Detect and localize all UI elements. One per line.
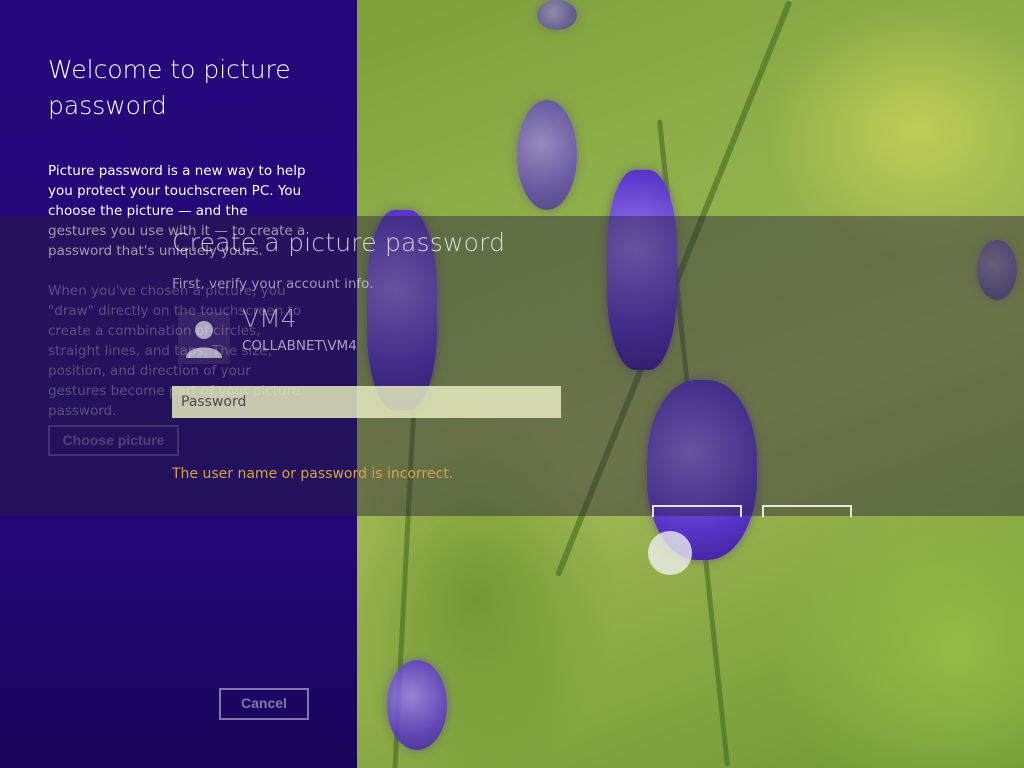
- touch-indicator: [648, 531, 692, 575]
- account-domain: COLLABNET\VM4: [242, 338, 357, 354]
- dialog-title: Create a picture password: [172, 228, 506, 257]
- page-title: Welcome to picture password: [48, 55, 291, 120]
- account-name: VM4: [242, 304, 297, 333]
- error-message: The user name or password is incorrect.: [172, 466, 454, 482]
- cancel-button[interactable]: Cancel: [219, 688, 309, 720]
- dialog-subtitle: First, verify your account info.: [172, 276, 374, 292]
- password-input[interactable]: [172, 386, 561, 418]
- dialog-cancel-button[interactable]: [762, 505, 852, 517]
- ok-button[interactable]: [652, 505, 742, 517]
- verify-account-dialog: Create a picture password First, verify …: [172, 216, 1024, 517]
- user-icon: [178, 312, 230, 364]
